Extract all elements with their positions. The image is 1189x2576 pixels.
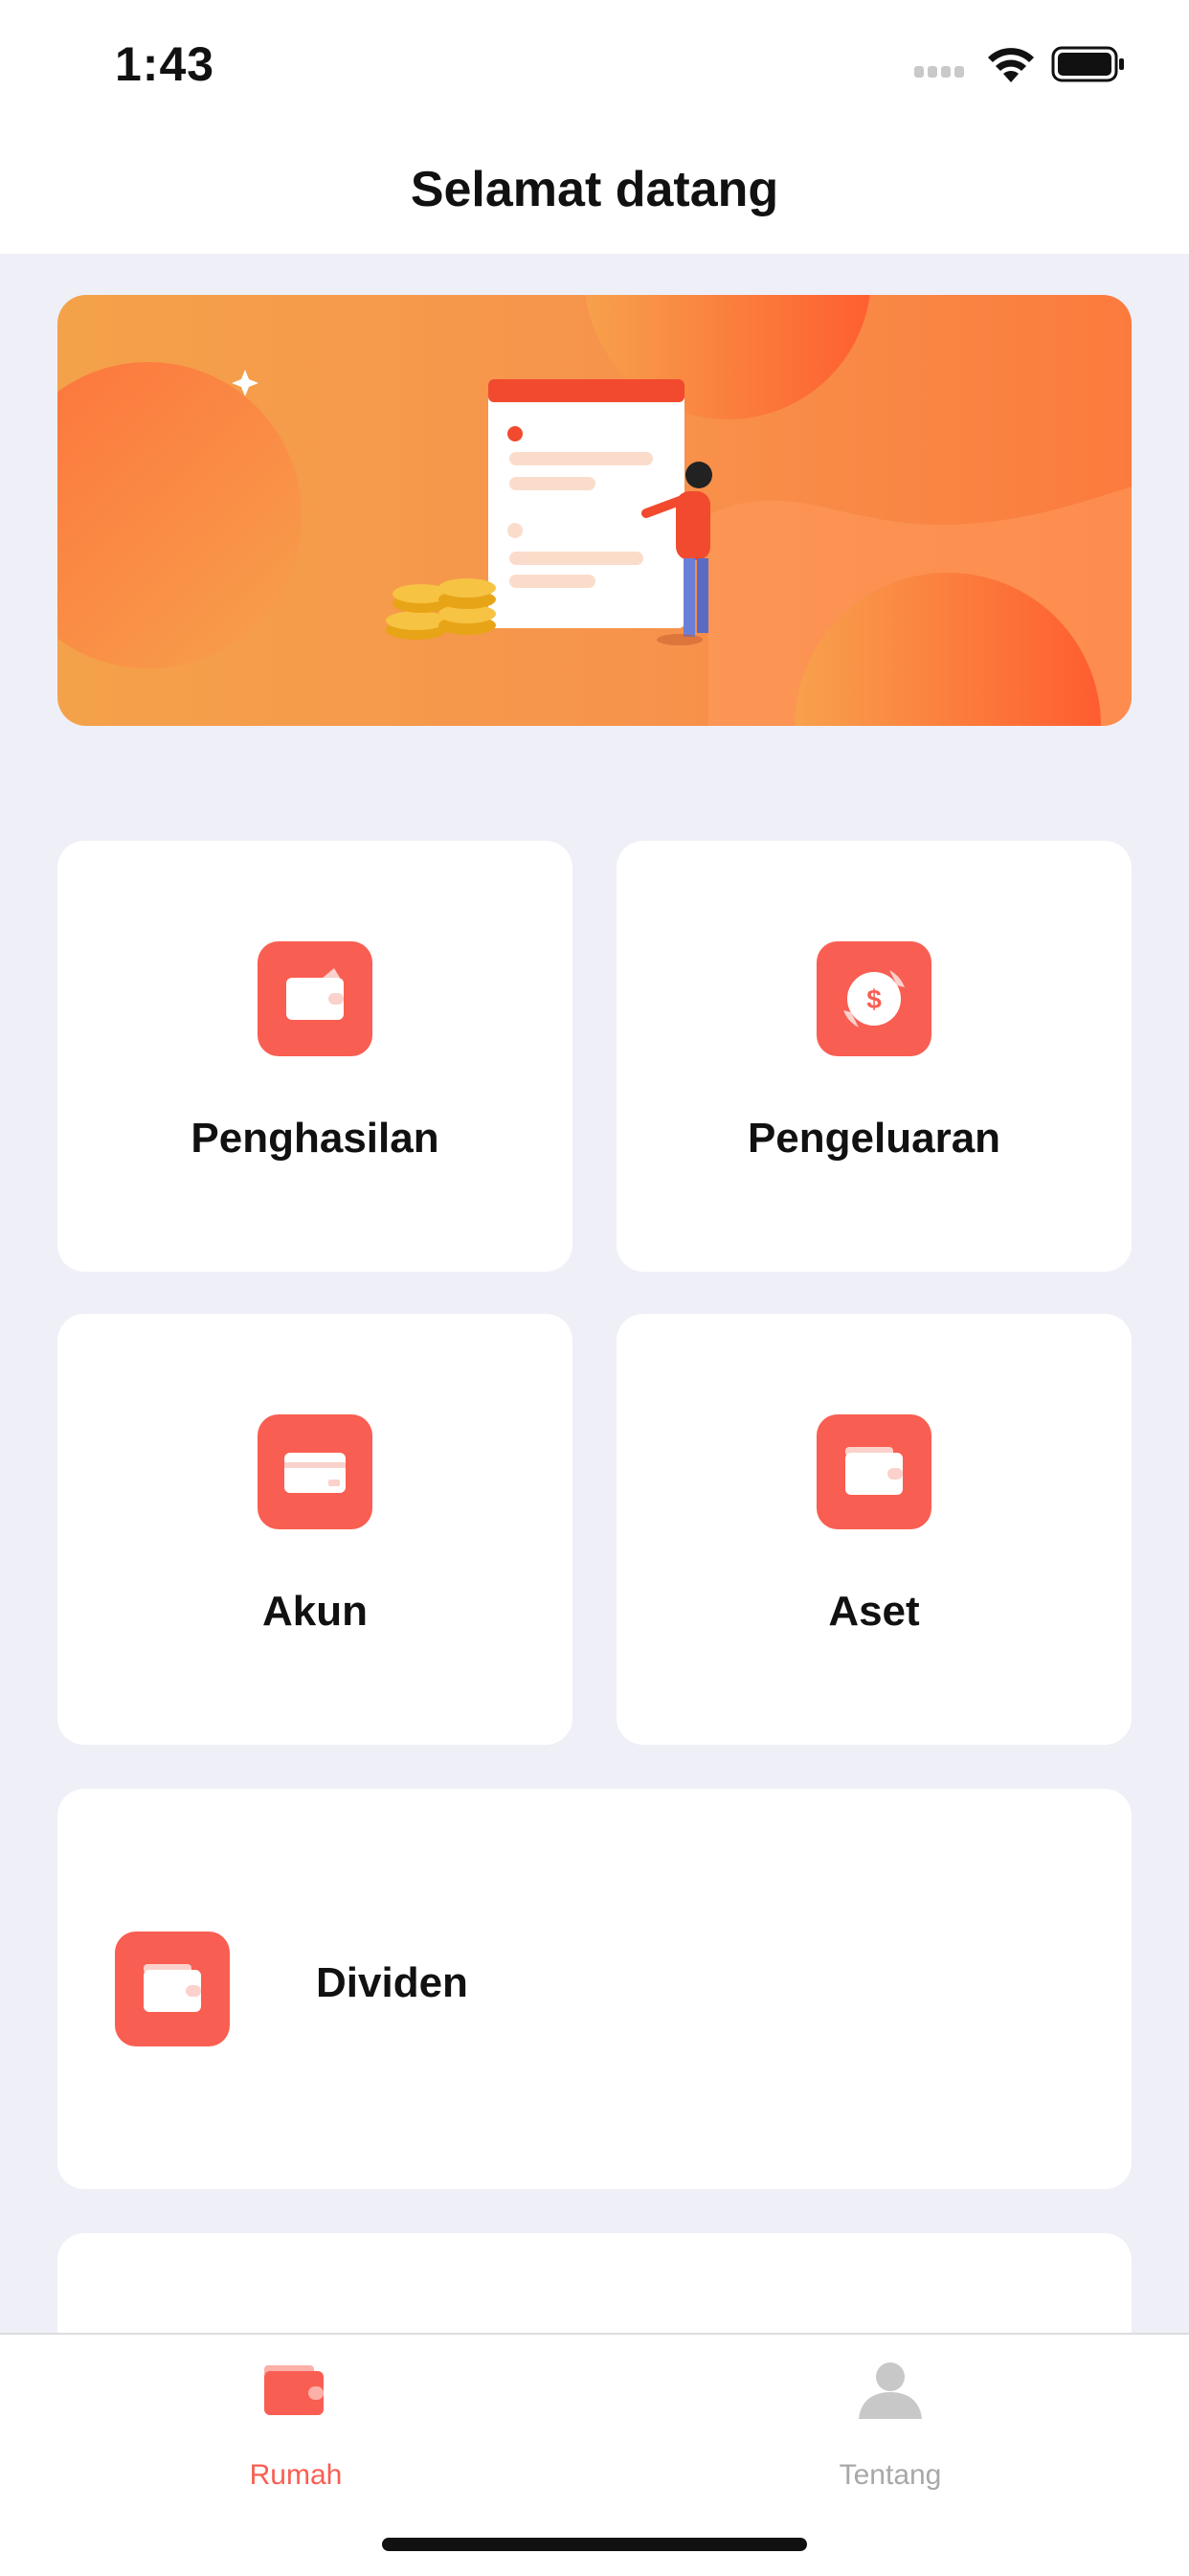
wifi-icon — [988, 48, 1034, 82]
status-time: 1:43 — [115, 37, 215, 91]
expense-label: Pengeluaran — [747, 1115, 1001, 1162]
hero-banner — [57, 295, 1132, 726]
money-exchange-icon: $ — [817, 941, 931, 1056]
tab-home-label: Rumah — [249, 2459, 343, 2491]
wallet-icon — [258, 941, 372, 1056]
asset-card[interactable]: Aset — [617, 1314, 1132, 1745]
expense-card[interactable]: $ Pengeluaran — [617, 841, 1132, 1272]
cellular-signal-icon — [914, 65, 972, 79]
home-indicator — [382, 2538, 807, 2551]
battery-icon — [1051, 46, 1124, 82]
account-card[interactable]: Akun — [57, 1314, 572, 1745]
income-card[interactable]: Penghasilan — [57, 841, 572, 1272]
tab-about-label: Tentang — [839, 2459, 942, 2491]
status-bar: 1:43 — [0, 0, 1189, 134]
navigation-bar: Selamat datang — [0, 134, 1189, 254]
account-label: Akun — [262, 1588, 368, 1635]
credit-card-icon — [258, 1414, 372, 1529]
banner-illustration — [57, 295, 1132, 726]
person-icon — [859, 2362, 922, 2419]
income-label: Penghasilan — [191, 1115, 439, 1162]
wallet-icon — [264, 2365, 324, 2415]
page-title: Selamat datang — [410, 162, 779, 217]
wallet-icon — [115, 1932, 230, 2046]
svg-text:$: $ — [866, 984, 882, 1014]
asset-label: Aset — [828, 1588, 920, 1635]
dividend-card[interactable]: Dividen — [57, 1789, 1132, 2189]
dividend-label: Dividen — [316, 1959, 468, 2006]
briefcase-wallet-icon — [817, 1414, 931, 1529]
